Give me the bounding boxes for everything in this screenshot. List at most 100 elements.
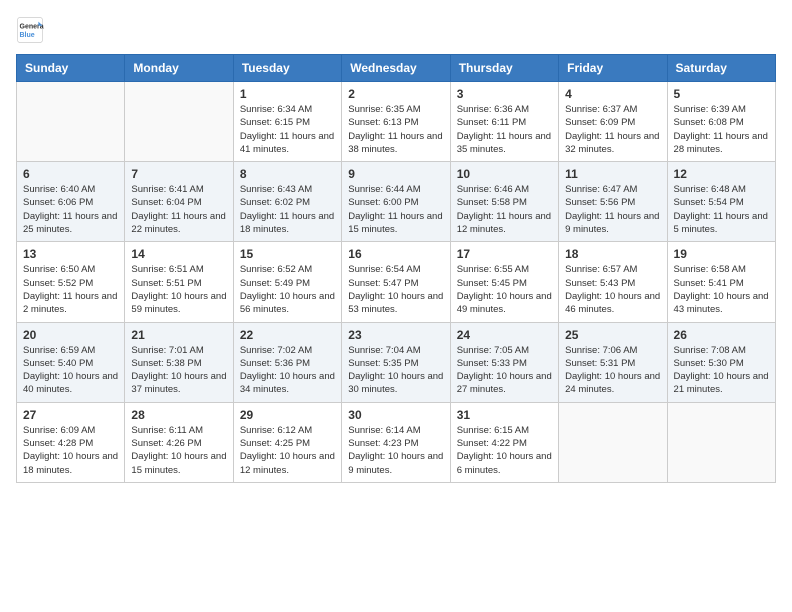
calendar-cell: 27 Sunrise: 6:09 AM Sunset: 4:28 PM Dayli…	[17, 402, 125, 482]
calendar-header-row: SundayMondayTuesdayWednesdayThursdayFrid…	[17, 55, 776, 82]
day-number: 23	[348, 328, 443, 342]
day-number: 16	[348, 247, 443, 261]
day-number: 12	[674, 167, 769, 181]
day-info: Sunrise: 6:48 AM Sunset: 5:54 PM Dayligh…	[674, 183, 769, 236]
day-number: 27	[23, 408, 118, 422]
day-info: Sunrise: 6:46 AM Sunset: 5:58 PM Dayligh…	[457, 183, 552, 236]
calendar-cell	[125, 82, 233, 162]
calendar-cell	[667, 402, 775, 482]
day-info: Sunrise: 7:02 AM Sunset: 5:36 PM Dayligh…	[240, 344, 335, 397]
day-info: Sunrise: 7:08 AM Sunset: 5:30 PM Dayligh…	[674, 344, 769, 397]
day-number: 31	[457, 408, 552, 422]
calendar-cell: 17 Sunrise: 6:55 AM Sunset: 5:45 PM Dayli…	[450, 242, 558, 322]
day-info: Sunrise: 6:54 AM Sunset: 5:47 PM Dayligh…	[348, 263, 443, 316]
day-info: Sunrise: 6:59 AM Sunset: 5:40 PM Dayligh…	[23, 344, 118, 397]
day-number: 1	[240, 87, 335, 101]
calendar-cell: 30 Sunrise: 6:14 AM Sunset: 4:23 PM Dayli…	[342, 402, 450, 482]
day-info: Sunrise: 6:35 AM Sunset: 6:13 PM Dayligh…	[348, 103, 443, 156]
day-info: Sunrise: 6:34 AM Sunset: 6:15 PM Dayligh…	[240, 103, 335, 156]
day-number: 20	[23, 328, 118, 342]
calendar-cell: 5 Sunrise: 6:39 AM Sunset: 6:08 PM Daylig…	[667, 82, 775, 162]
calendar-cell: 29 Sunrise: 6:12 AM Sunset: 4:25 PM Dayli…	[233, 402, 341, 482]
day-number: 30	[348, 408, 443, 422]
calendar-cell	[559, 402, 667, 482]
calendar-cell: 28 Sunrise: 6:11 AM Sunset: 4:26 PM Dayli…	[125, 402, 233, 482]
calendar-cell: 31 Sunrise: 6:15 AM Sunset: 4:22 PM Dayli…	[450, 402, 558, 482]
calendar-cell: 14 Sunrise: 6:51 AM Sunset: 5:51 PM Dayli…	[125, 242, 233, 322]
day-header-thursday: Thursday	[450, 55, 558, 82]
calendar-cell: 2 Sunrise: 6:35 AM Sunset: 6:13 PM Daylig…	[342, 82, 450, 162]
day-info: Sunrise: 6:40 AM Sunset: 6:06 PM Dayligh…	[23, 183, 118, 236]
day-number: 11	[565, 167, 660, 181]
calendar-cell: 11 Sunrise: 6:47 AM Sunset: 5:56 PM Dayli…	[559, 162, 667, 242]
calendar-cell: 19Sunrise: 6:58 AM Sunset: 5:41 PM Dayli…	[667, 242, 775, 322]
calendar-cell: 1 Sunrise: 6:34 AM Sunset: 6:15 PM Daylig…	[233, 82, 341, 162]
calendar-cell: 9 Sunrise: 6:44 AM Sunset: 6:00 PM Daylig…	[342, 162, 450, 242]
calendar-cell: 15Sunrise: 6:52 AM Sunset: 5:49 PM Dayli…	[233, 242, 341, 322]
day-number: 26	[674, 328, 769, 342]
calendar-cell	[17, 82, 125, 162]
day-info: Sunrise: 6:47 AM Sunset: 5:56 PM Dayligh…	[565, 183, 660, 236]
day-number: 5	[674, 87, 769, 101]
day-number: 24	[457, 328, 552, 342]
day-info: Sunrise: 6:37 AM Sunset: 6:09 PM Dayligh…	[565, 103, 660, 156]
day-header-friday: Friday	[559, 55, 667, 82]
day-info: Sunrise: 6:51 AM Sunset: 5:51 PM Dayligh…	[131, 263, 226, 316]
calendar-week-row: 20 Sunrise: 6:59 AM Sunset: 5:40 PM Dayli…	[17, 322, 776, 402]
day-info: Sunrise: 6:41 AM Sunset: 6:04 PM Dayligh…	[131, 183, 226, 236]
day-info: Sunrise: 7:04 AM Sunset: 5:35 PM Dayligh…	[348, 344, 443, 397]
day-header-monday: Monday	[125, 55, 233, 82]
day-number: 22	[240, 328, 335, 342]
day-info: Sunrise: 6:15 AM Sunset: 4:22 PM Dayligh…	[457, 424, 552, 477]
logo: General Blue	[16, 16, 48, 44]
calendar-week-row: 27 Sunrise: 6:09 AM Sunset: 4:28 PM Dayli…	[17, 402, 776, 482]
day-info: Sunrise: 6:39 AM Sunset: 6:08 PM Dayligh…	[674, 103, 769, 156]
calendar-cell: 18Sunrise: 6:57 AM Sunset: 5:43 PM Dayli…	[559, 242, 667, 322]
day-number: 10	[457, 167, 552, 181]
calendar-cell: 13Sunrise: 6:50 AM Sunset: 5:52 PM Dayli…	[17, 242, 125, 322]
day-info: Sunrise: 6:58 AM Sunset: 5:41 PM Dayligh…	[674, 263, 769, 316]
day-number: 7	[131, 167, 226, 181]
day-info: Sunrise: 6:43 AM Sunset: 6:02 PM Dayligh…	[240, 183, 335, 236]
calendar-cell: 10 Sunrise: 6:46 AM Sunset: 5:58 PM Dayli…	[450, 162, 558, 242]
day-number: 8	[240, 167, 335, 181]
calendar-cell: 4 Sunrise: 6:37 AM Sunset: 6:09 PM Daylig…	[559, 82, 667, 162]
day-number: 6	[23, 167, 118, 181]
calendar-cell: 22 Sunrise: 7:02 AM Sunset: 5:36 PM Dayli…	[233, 322, 341, 402]
day-number: 25	[565, 328, 660, 342]
day-number: 9	[348, 167, 443, 181]
day-info: Sunrise: 7:01 AM Sunset: 5:38 PM Dayligh…	[131, 344, 226, 397]
calendar-cell: 21 Sunrise: 7:01 AM Sunset: 5:38 PM Dayli…	[125, 322, 233, 402]
day-info: Sunrise: 6:55 AM Sunset: 5:45 PM Dayligh…	[457, 263, 552, 316]
calendar-cell: 26 Sunrise: 7:08 AM Sunset: 5:30 PM Dayli…	[667, 322, 775, 402]
calendar-cell: 23 Sunrise: 7:04 AM Sunset: 5:35 PM Dayli…	[342, 322, 450, 402]
day-info: Sunrise: 6:09 AM Sunset: 4:28 PM Dayligh…	[23, 424, 118, 477]
calendar-week-row: 6 Sunrise: 6:40 AM Sunset: 6:06 PM Daylig…	[17, 162, 776, 242]
day-info: Sunrise: 6:57 AM Sunset: 5:43 PM Dayligh…	[565, 263, 660, 316]
day-number: 2	[348, 87, 443, 101]
day-number: 28	[131, 408, 226, 422]
day-number: 4	[565, 87, 660, 101]
day-number: 21	[131, 328, 226, 342]
calendar-week-row: 13Sunrise: 6:50 AM Sunset: 5:52 PM Dayli…	[17, 242, 776, 322]
day-number: 3	[457, 87, 552, 101]
day-number: 29	[240, 408, 335, 422]
calendar-table: SundayMondayTuesdayWednesdayThursdayFrid…	[16, 54, 776, 483]
day-info: Sunrise: 6:14 AM Sunset: 4:23 PM Dayligh…	[348, 424, 443, 477]
day-header-wednesday: Wednesday	[342, 55, 450, 82]
day-number: 14	[131, 247, 226, 261]
day-info: Sunrise: 6:12 AM Sunset: 4:25 PM Dayligh…	[240, 424, 335, 477]
day-number: 15	[240, 247, 335, 261]
calendar-cell: 16 Sunrise: 6:54 AM Sunset: 5:47 PM Dayli…	[342, 242, 450, 322]
day-info: Sunrise: 7:06 AM Sunset: 5:31 PM Dayligh…	[565, 344, 660, 397]
day-number: 17	[457, 247, 552, 261]
calendar-cell: 3 Sunrise: 6:36 AM Sunset: 6:11 PM Daylig…	[450, 82, 558, 162]
day-info: Sunrise: 6:44 AM Sunset: 6:00 PM Dayligh…	[348, 183, 443, 236]
logo-icon: General Blue	[16, 16, 44, 44]
day-info: Sunrise: 6:36 AM Sunset: 6:11 PM Dayligh…	[457, 103, 552, 156]
calendar-cell: 6 Sunrise: 6:40 AM Sunset: 6:06 PM Daylig…	[17, 162, 125, 242]
day-header-sunday: Sunday	[17, 55, 125, 82]
page-header: General Blue	[16, 16, 776, 44]
calendar-week-row: 1 Sunrise: 6:34 AM Sunset: 6:15 PM Daylig…	[17, 82, 776, 162]
day-info: Sunrise: 6:11 AM Sunset: 4:26 PM Dayligh…	[131, 424, 226, 477]
